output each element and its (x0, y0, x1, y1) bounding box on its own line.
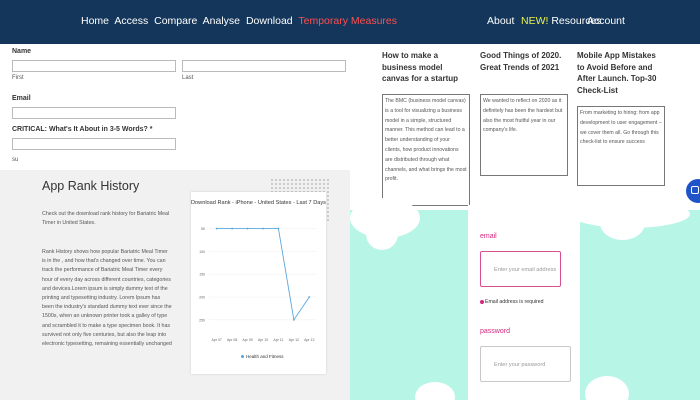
last-name-sublabel: Last (182, 75, 194, 81)
nav-home[interactable]: Home (81, 15, 109, 27)
data-point[interactable] (292, 318, 295, 321)
y-tick-label: 250 (199, 318, 205, 322)
email-login-input[interactable]: Enter your email address (480, 251, 561, 287)
chat-button[interactable] (686, 179, 700, 203)
blog-title-1[interactable]: How to make a business model canvas for … (382, 50, 470, 85)
data-point[interactable] (215, 227, 218, 230)
blog-card-1[interactable]: How to make a business model canvas for … (382, 50, 472, 210)
rank-body-text: Rank History shows how popular Bariatric… (42, 249, 172, 348)
main-nav: Home Access Compare Analyse Download Tem… (81, 15, 400, 27)
name-label: Name (12, 48, 32, 55)
blog-card-2[interactable]: Good Things of 2020. Great Trends of 202… (480, 50, 570, 180)
x-tick-label: Apr 07 (212, 338, 222, 342)
data-point[interactable] (262, 227, 264, 230)
blog-card-3[interactable]: Mobile App Mistakes to Avoid Before and … (577, 50, 667, 190)
legend-marker (241, 355, 244, 358)
data-point[interactable] (231, 227, 234, 230)
nav-analyse[interactable]: Analyse (203, 15, 240, 27)
blog-title-3[interactable]: Mobile App Mistakes to Avoid Before and … (577, 50, 665, 96)
nav-about[interactable]: About (487, 15, 514, 27)
email-label: Email (12, 95, 31, 102)
blog-excerpt-3: From marketing to hiring: from app devel… (577, 106, 665, 186)
contact-form: Name First Last Email CRITICAL: What's I… (0, 44, 350, 170)
nav-account[interactable]: Account (587, 15, 625, 27)
y-tick-label: 200 (199, 296, 205, 300)
blog-title-2[interactable]: Good Things of 2020. Great Trends of 202… (480, 50, 566, 73)
last-name-input[interactable] (182, 60, 346, 72)
nav-download[interactable]: Download (246, 15, 293, 27)
y-tick-label: 50 (201, 227, 205, 231)
email-input[interactable] (12, 107, 176, 119)
new-badge: NEW! (521, 15, 549, 27)
nav-access[interactable]: Access (114, 15, 148, 27)
x-tick-label: Apr 11 (273, 338, 283, 342)
x-tick-label: Apr 13 (304, 338, 314, 342)
y-tick-label: 100 (199, 250, 205, 254)
email-error-text: Email address is required (485, 299, 544, 305)
critical-question-label: CRITICAL: What's It About in 3-5 Words? … (12, 126, 153, 133)
rank-intro-text: Check out the download rank history for … (42, 211, 170, 227)
email-login-label: email (480, 233, 497, 240)
rank-line-chart: 50 100 150 200 250 Apr 07 Apr 08 Apr 09 Apr 10 A… (199, 227, 317, 342)
x-tick-label: Apr 10 (258, 338, 268, 342)
email-error-message: Email address is required (480, 299, 544, 305)
y-tick-label: 150 (199, 273, 205, 277)
chat-bubble-icon (691, 186, 699, 194)
nav-compare[interactable]: Compare (154, 15, 197, 27)
data-point[interactable] (246, 227, 249, 230)
rank-history-title: App Rank History (42, 179, 140, 193)
password-label: password (480, 328, 510, 335)
rank-chart-card: Download Rank - iPhone - United States -… (191, 192, 326, 374)
x-tick-label: Apr 12 (289, 338, 299, 342)
blog-excerpt-2: We wanted to reflect on 2020 as it defin… (480, 94, 568, 176)
nav-temporary-measures[interactable]: Temporary Measures (298, 15, 397, 27)
blog-excerpt-1: The BMC (business model canvas) is a too… (382, 94, 470, 206)
data-point[interactable] (277, 227, 280, 230)
cloud-decoration (585, 376, 629, 400)
first-name-input[interactable] (12, 60, 176, 72)
cloud-decoration (366, 218, 398, 250)
cloud-decoration (415, 382, 455, 400)
cloud-decoration (600, 206, 645, 240)
critical-question-input[interactable] (12, 138, 176, 150)
submit-button-partial[interactable]: su (12, 157, 18, 163)
x-tick-label: Apr 09 (242, 338, 252, 342)
error-icon (480, 299, 484, 304)
legend-series-name: Health and Fitness (246, 354, 284, 359)
app-rank-history-section: App Rank History Check out the download … (0, 170, 350, 400)
first-name-sublabel: First (12, 75, 24, 81)
x-tick-label: Apr 08 (227, 338, 237, 342)
password-input[interactable]: Enter your password (480, 346, 571, 382)
chart-legend: Health and Fitness (241, 354, 284, 359)
top-navigation-bar: Home Access Compare Analyse Download Tem… (0, 0, 700, 44)
data-point[interactable] (308, 296, 311, 298)
login-card: email Enter your email address Email add… (468, 205, 580, 400)
